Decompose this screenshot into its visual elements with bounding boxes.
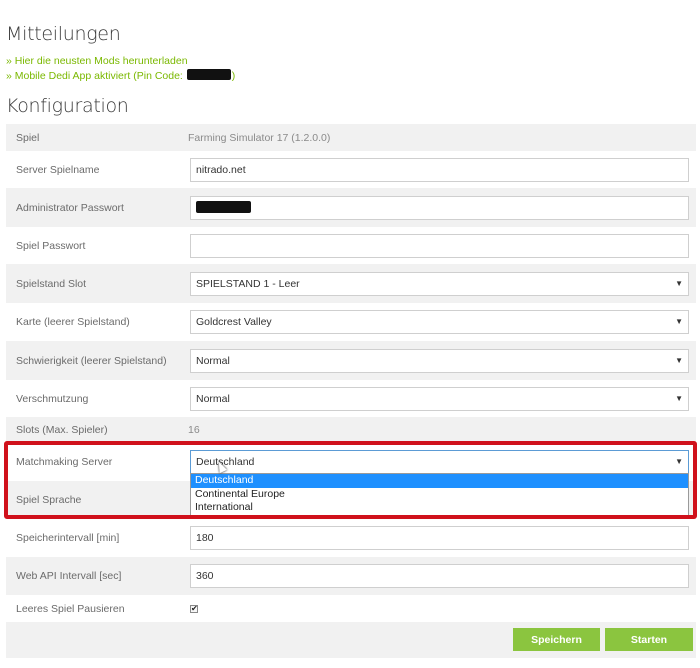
admin-password-input[interactable] bbox=[190, 195, 689, 220]
server-name-label: Server Spielname bbox=[16, 163, 100, 176]
save-interval-input[interactable]: 180 bbox=[190, 526, 689, 550]
redacted-password bbox=[196, 200, 251, 213]
mobile-app-link-text: » Mobile Dedi App aktiviert (Pin Code: bbox=[6, 70, 186, 82]
webapi-interval-label: Web API Intervall [sec] bbox=[16, 570, 122, 582]
config-title: Konfiguration bbox=[6, 95, 129, 117]
pollution-value: Normal bbox=[196, 392, 230, 405]
dropdown-arrow-icon: ▼ bbox=[675, 355, 683, 365]
redacted-pin bbox=[186, 69, 231, 80]
game-label: Spiel bbox=[16, 131, 40, 144]
action-bar: Speichern Starten bbox=[6, 622, 696, 658]
row-difficulty: Schwierigkeit (leerer Spielstand) Normal… bbox=[6, 341, 696, 380]
dropdown-arrow-icon: ▼ bbox=[675, 278, 683, 288]
row-pollution: Verschmutzung Normal ▼ bbox=[6, 380, 696, 417]
difficulty-value: Normal bbox=[196, 354, 230, 367]
webapi-interval-input[interactable]: 360 bbox=[190, 564, 689, 588]
red-highlight-box bbox=[4, 441, 697, 519]
mobile-app-link[interactable]: » Mobile Dedi App aktiviert (Pin Code: ) bbox=[6, 69, 235, 82]
row-webapi-interval: Web API Intervall [sec] 360 bbox=[6, 557, 696, 595]
download-mods-link[interactable]: » Hier die neusten Mods herunterladen bbox=[6, 55, 188, 67]
game-password-input[interactable] bbox=[190, 233, 689, 258]
map-value: Goldcrest Valley bbox=[196, 316, 272, 328]
row-admin-password: Administrator Passwort bbox=[6, 188, 696, 227]
slots-value: 16 bbox=[188, 424, 200, 436]
row-server-name: Server Spielname nitrado.net bbox=[6, 151, 696, 188]
dropdown-arrow-icon: ▼ bbox=[675, 393, 683, 403]
savegame-slot-value: SPIELSTAND 1 - Leer bbox=[196, 277, 300, 290]
savegame-slot-select[interactable]: SPIELSTAND 1 - Leer ▼ bbox=[190, 271, 689, 296]
row-game: Spiel Farming Simulator 17 (1.2.0.0) bbox=[6, 124, 696, 151]
save-interval-label: Speicherintervall [min] bbox=[16, 532, 120, 544]
pause-empty-label: Leeres Spiel Pausieren bbox=[16, 602, 125, 615]
game-password-label: Spiel Passwort bbox=[16, 239, 86, 252]
row-pause-empty: Leeres Spiel Pausieren ✔ bbox=[6, 595, 696, 622]
pause-empty-checkbox[interactable]: ✔ bbox=[190, 604, 198, 613]
row-slots: Slots (Max. Spieler) 16 bbox=[6, 417, 696, 443]
admin-password-label: Administrator Passwort bbox=[16, 201, 124, 214]
mobile-app-link-close: ) bbox=[231, 70, 236, 82]
savegame-slot-label: Spielstand Slot bbox=[16, 277, 87, 290]
pollution-select[interactable]: Normal ▼ bbox=[190, 386, 689, 411]
dropdown-arrow-icon: ▼ bbox=[675, 317, 683, 326]
difficulty-label: Schwierigkeit (leerer Spielstand) bbox=[16, 354, 167, 367]
map-select[interactable]: Goldcrest Valley ▼ bbox=[190, 310, 689, 334]
slots-label: Slots (Max. Spieler) bbox=[16, 424, 108, 436]
game-value: Farming Simulator 17 (1.2.0.0) bbox=[188, 131, 331, 144]
row-game-password: Spiel Passwort bbox=[6, 227, 696, 264]
pollution-label: Verschmutzung bbox=[16, 392, 89, 405]
difficulty-select[interactable]: Normal ▼ bbox=[190, 348, 689, 373]
row-savegame-slot: Spielstand Slot SPIELSTAND 1 - Leer ▼ bbox=[6, 264, 696, 303]
row-map: Karte (leerer Spielstand) Goldcrest Vall… bbox=[6, 303, 696, 341]
messages-title: Mitteilungen bbox=[6, 23, 121, 45]
save-button[interactable]: Speichern bbox=[513, 628, 600, 651]
map-label: Karte (leerer Spielstand) bbox=[16, 316, 130, 328]
start-button[interactable]: Starten bbox=[605, 628, 693, 651]
row-save-interval: Speicherintervall [min] 180 bbox=[6, 519, 696, 557]
server-name-input[interactable]: nitrado.net bbox=[190, 157, 689, 182]
